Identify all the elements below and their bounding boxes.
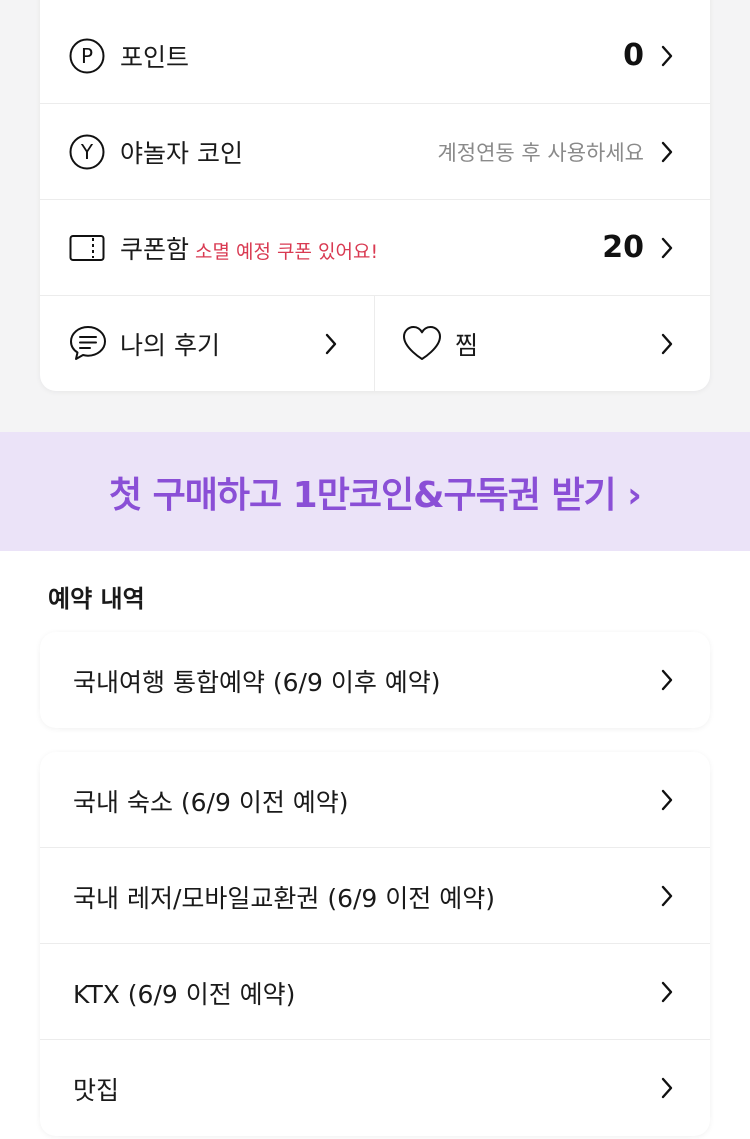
- list-item-label: 국내 레저/모바일교환권 (6/9 이전 예약): [73, 884, 495, 913]
- list-item-label: 국내 숙소 (6/9 이전 예약): [73, 788, 349, 817]
- coupon-label-group: 쿠폰함 소멸 예정 쿠폰 있어요!: [120, 230, 378, 266]
- points-row[interactable]: P 포인트 0: [40, 8, 710, 104]
- promo-banner[interactable]: 첫 구매하고 1만코인&구독권 받기 ›: [0, 432, 750, 551]
- chevron-right-icon: [661, 885, 673, 907]
- account-card: P 포인트 0 Y 야놀자 코인 계정연동 후 사용하세요 쿠폰함 소멸 예정 쿠…: [40, 0, 710, 391]
- integrated-reservation-label: 국내여행 통합예약 (6/9 이후 예약): [73, 668, 441, 697]
- coupon-row[interactable]: 쿠폰함 소멸 예정 쿠폰 있어요! 20: [40, 200, 710, 296]
- coin-label: 야놀자 코인: [120, 138, 243, 168]
- reservations-title: 예약 내역: [48, 585, 145, 613]
- svg-text:Y: Y: [80, 140, 94, 164]
- heart-icon: [403, 326, 441, 360]
- chat-icon: [70, 326, 106, 360]
- chevron-right-icon: [661, 141, 673, 163]
- list-item[interactable]: 국내 레저/모바일교환권 (6/9 이전 예약): [40, 848, 710, 944]
- chevron-right-icon: [661, 789, 673, 811]
- promo-banner-text: 첫 구매하고 1만코인&구독권 받기 ›: [109, 474, 642, 516]
- points-label: 포인트: [120, 42, 190, 72]
- my-reviews-button[interactable]: 나의 후기: [40, 296, 375, 391]
- list-item[interactable]: 국내 숙소 (6/9 이전 예약): [40, 752, 710, 848]
- list-item[interactable]: 맛집: [40, 1040, 710, 1136]
- list-item-label: 맛집: [73, 1076, 120, 1105]
- wishlist-label: 찜: [455, 331, 479, 360]
- chevron-right-icon: [661, 237, 673, 259]
- list-item[interactable]: KTX (6/9 이전 예약): [40, 944, 710, 1040]
- y-circle-icon: Y: [69, 134, 105, 170]
- chevron-right-icon: [325, 333, 337, 355]
- coupon-expiry-warning: 소멸 예정 쿠폰 있어요!: [195, 240, 379, 263]
- coin-row[interactable]: Y 야놀자 코인 계정연동 후 사용하세요: [40, 104, 710, 200]
- coupon-count: 20: [602, 230, 644, 265]
- chevron-right-icon: [661, 669, 673, 691]
- my-reviews-label: 나의 후기: [120, 331, 220, 360]
- p-circle-icon: P: [69, 38, 105, 74]
- coin-value: 계정연동 후 사용하세요: [437, 140, 644, 165]
- wishlist-button[interactable]: 찜: [375, 296, 710, 391]
- integrated-reservation-row[interactable]: 국내여행 통합예약 (6/9 이후 예약): [40, 632, 710, 728]
- chevron-right-icon: [661, 333, 673, 355]
- svg-text:P: P: [81, 44, 93, 68]
- list-item-label: KTX (6/9 이전 예약): [73, 980, 296, 1009]
- points-value: 0: [623, 38, 644, 73]
- integrated-reservation-card: 국내여행 통합예약 (6/9 이후 예약): [40, 632, 710, 728]
- chevron-right-icon: [661, 1077, 673, 1099]
- coupon-icon: [69, 235, 105, 261]
- legacy-reservations-card: 국내 숙소 (6/9 이전 예약) 국내 레저/모바일교환권 (6/9 이전 예…: [40, 752, 710, 1136]
- coupon-label: 쿠폰함: [120, 234, 190, 264]
- review-wishlist-row: 나의 후기 찜: [40, 296, 710, 391]
- chevron-right-icon: [661, 45, 673, 67]
- chevron-right-icon: [661, 981, 673, 1003]
